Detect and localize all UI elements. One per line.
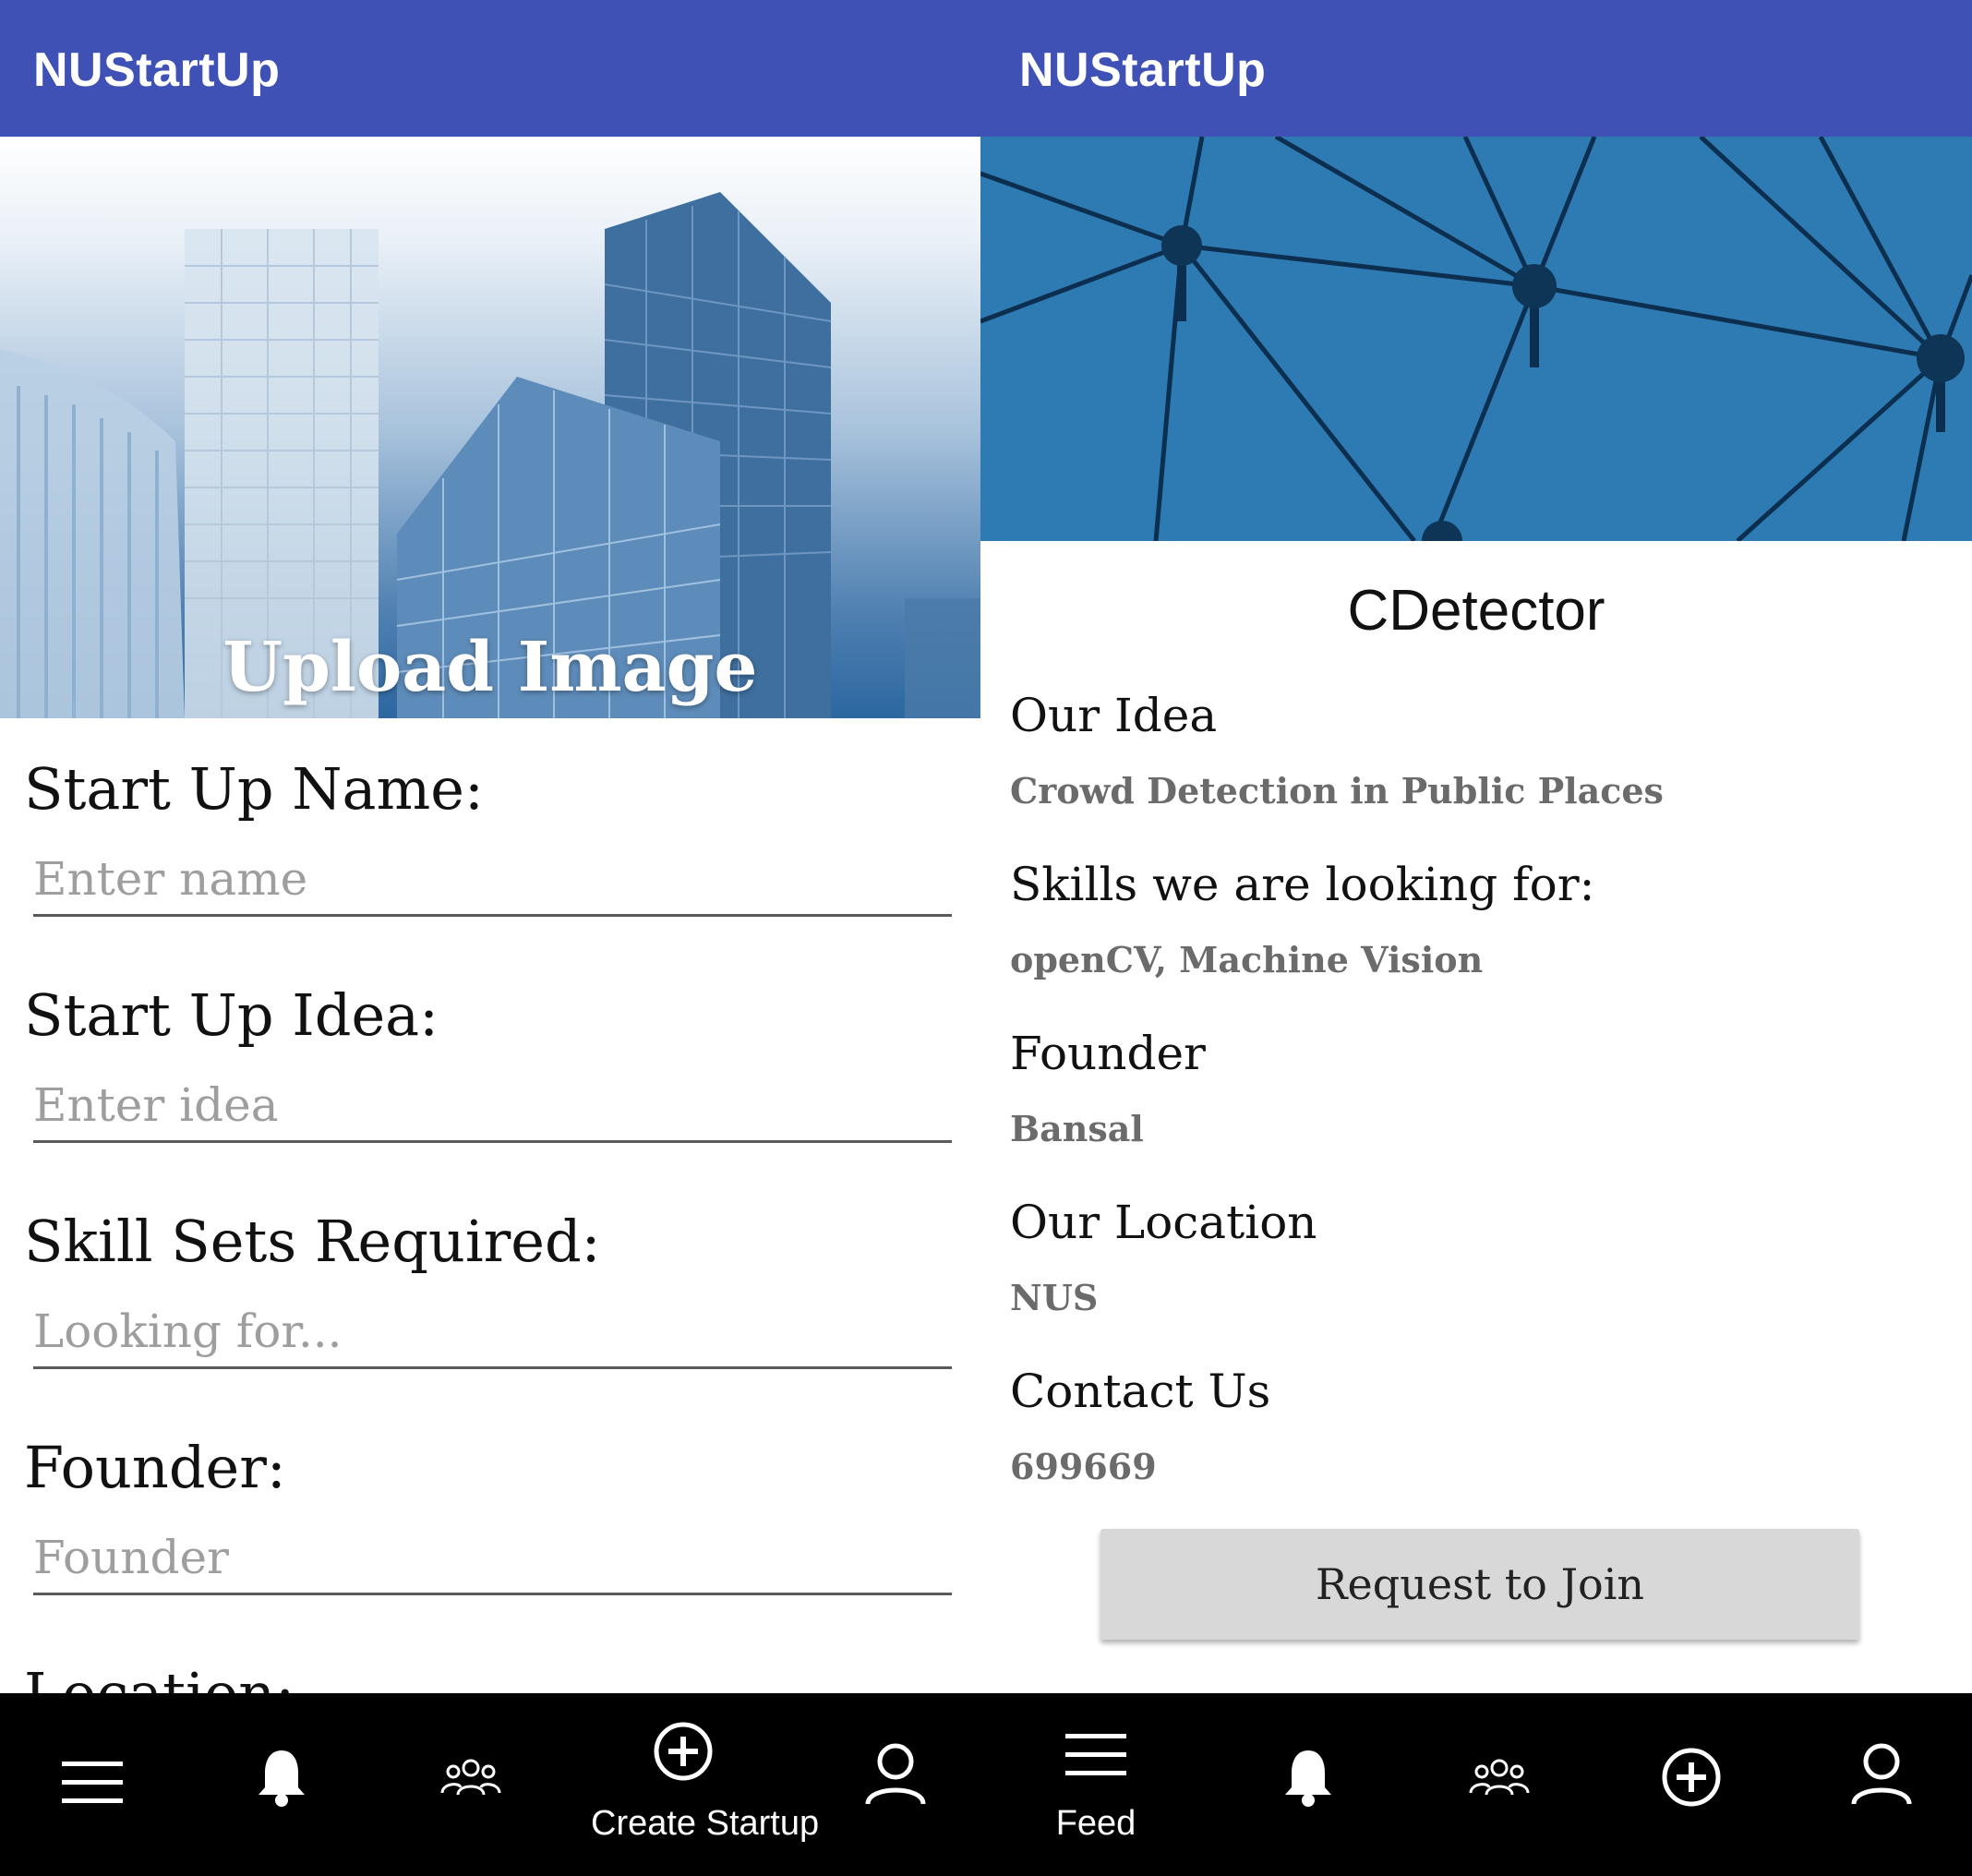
- nav-profile[interactable]: [1789, 1693, 1972, 1876]
- location-value: NUS: [1010, 1277, 1099, 1318]
- request-to-join-button[interactable]: Request to Join: [1100, 1529, 1859, 1640]
- founder-label: Founder:: [24, 1434, 286, 1501]
- menu-icon: [1065, 1734, 1126, 1775]
- location-label: Location:: [24, 1660, 295, 1693]
- nav-notifications[interactable]: [1216, 1693, 1401, 1876]
- bottom-nav: Feed: [980, 1693, 1972, 1876]
- skill-sets-input[interactable]: [33, 1295, 952, 1369]
- add-circle-icon: [1662, 1748, 1721, 1807]
- bell-icon: [259, 1750, 305, 1807]
- startup-details: CDetector Our Idea Crowd Detection in Pu…: [980, 541, 1972, 1693]
- startup-form: Start Up Name: Start Up Idea: Skill Sets…: [0, 718, 980, 1693]
- nav-create-startup[interactable]: [1599, 1693, 1784, 1876]
- nav-create-startup[interactable]: Create Startup: [591, 1693, 820, 1876]
- startup-idea-label: Start Up Idea:: [24, 981, 439, 1049]
- nav-menu[interactable]: [0, 1693, 185, 1876]
- nav-groups[interactable]: [1407, 1693, 1592, 1876]
- nav-notifications[interactable]: [189, 1693, 374, 1876]
- founder-value: Bansal: [1010, 1108, 1144, 1149]
- upload-image-area[interactable]: Upload Image: [0, 137, 980, 718]
- contact-value: 699669: [1010, 1446, 1157, 1487]
- founder-heading: Founder: [1010, 1027, 1206, 1080]
- add-circle-icon: [654, 1722, 713, 1781]
- startup-idea-input[interactable]: [33, 1069, 952, 1143]
- app-bar: NUStartUp: [980, 0, 1972, 137]
- skills-heading: Skills we are looking for:: [1010, 858, 1595, 911]
- app-title: NUStartUp: [33, 43, 281, 97]
- menu-icon: [62, 1762, 123, 1803]
- bell-icon: [1285, 1750, 1331, 1807]
- skill-sets-label: Skill Sets Required:: [24, 1208, 601, 1275]
- startup-cover-image: [980, 137, 1972, 541]
- nav-feed-label: Feed: [1055, 1804, 1136, 1843]
- network-illustration: [980, 137, 1972, 541]
- startup-name-input[interactable]: [33, 843, 952, 917]
- location-heading: Our Location: [1010, 1196, 1317, 1249]
- group-icon: [440, 1759, 501, 1796]
- nav-profile[interactable]: [803, 1693, 986, 1876]
- person-icon: [865, 1743, 926, 1805]
- nav-create-startup-label: Create Startup: [591, 1804, 820, 1843]
- create-startup-screen: NUStartUp Upload Image Start Up Name: En…: [0, 0, 986, 1876]
- app-title: NUStartUp: [1019, 43, 1267, 97]
- group-icon: [1469, 1759, 1530, 1796]
- startup-detail-screen: NUStartUp CDetector Our Idea Crowd Detec…: [980, 0, 1972, 1876]
- founder-input[interactable]: [33, 1521, 952, 1595]
- idea-heading: Our Idea: [1010, 689, 1218, 742]
- bottom-nav: Create Startup: [0, 1693, 986, 1876]
- contact-heading: Contact Us: [1010, 1365, 1271, 1418]
- app-bar: NUStartUp: [0, 0, 986, 137]
- startup-name-label: Start Up Name:: [24, 755, 484, 823]
- nav-groups[interactable]: [379, 1693, 563, 1876]
- person-icon: [1851, 1743, 1912, 1805]
- nav-feed[interactable]: Feed: [1004, 1693, 1188, 1876]
- skills-value: openCV, Machine Vision: [1010, 939, 1484, 980]
- idea-value: Crowd Detection in Public Places: [1010, 770, 1664, 812]
- upload-image-label[interactable]: Upload Image: [0, 628, 980, 707]
- startup-name: CDetector: [1347, 579, 1605, 643]
